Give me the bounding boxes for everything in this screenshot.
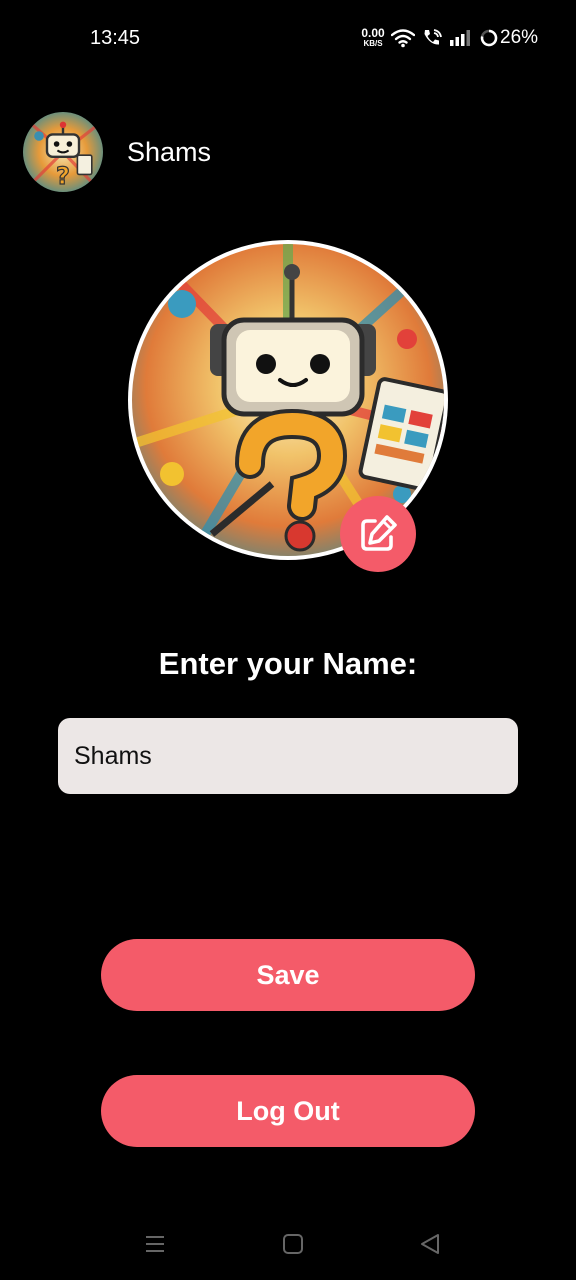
edit-icon	[361, 515, 397, 551]
edit-photo-button[interactable]	[340, 496, 416, 572]
status-time: 13:45	[90, 27, 141, 49]
network-speed-unit: KB/S	[363, 39, 383, 48]
robot-avatar-image: ?	[23, 112, 103, 192]
home-icon[interactable]	[281, 1232, 305, 1256]
network-speed-value: 0.00	[361, 26, 385, 40]
name-label: Enter your Name:	[158, 646, 418, 681]
logout-button[interactable]: Log Out	[101, 1075, 475, 1147]
battery-icon	[480, 29, 498, 47]
header-avatar[interactable]: ?	[23, 112, 103, 192]
header-username: Shams	[127, 137, 212, 167]
cell-signal-icon	[450, 30, 470, 46]
name-input[interactable]	[58, 718, 518, 794]
svg-text:?: ?	[56, 162, 70, 190]
status-bar: 13:45 0.00 KB/S 26%	[0, 0, 576, 78]
menu-icon[interactable]	[143, 1232, 167, 1256]
wifi-calling-icon	[424, 29, 442, 45]
wifi-icon	[391, 29, 415, 48]
save-button[interactable]: Save	[101, 939, 475, 1011]
battery-percent: 26%	[500, 27, 539, 48]
profile-screen: 13:45 0.00 KB/S 26% ? Shams Enter your N…	[0, 0, 576, 1280]
network-speed: 0.00 KB/S	[358, 27, 388, 48]
back-icon[interactable]	[418, 1232, 442, 1256]
